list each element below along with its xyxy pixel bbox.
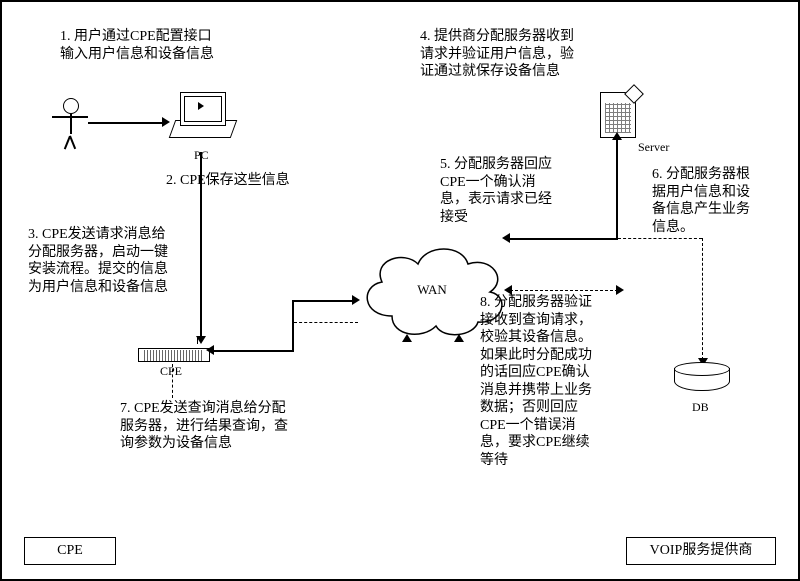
- step-3-text: 3. CPE发送请求消息给 分配服务器，启动一键 安装流程。提交的信息 为用户信…: [28, 226, 228, 296]
- cloud-bottom-arrow-2: [454, 334, 464, 342]
- line-wan-cpe-back: [294, 322, 358, 323]
- step-5-text: 5. 分配服务器回应 CPE一个确认消 息，表示请求已经 接受: [440, 156, 610, 226]
- db-icon: [674, 362, 728, 396]
- line-server-to-db: [702, 238, 703, 360]
- user-icon: [62, 98, 80, 148]
- step-2-text: 2. CPE保存这些信息: [166, 172, 290, 190]
- step-8-text: 8. 分配服务器验证 接收到查询请求， 校验其设备信息。 如果此时分配成功 的话…: [480, 294, 650, 469]
- arrowhead-to-wan-top: [502, 233, 510, 243]
- step-6-text: 6. 分配服务器根 据用户信息和设 备信息产生业务 信息。: [652, 166, 782, 236]
- diagram-canvas: 1. 用户通过CPE配置接口 输入用户信息和设备信息 PC 2. CPE保存这些…: [0, 0, 800, 581]
- arrow-user-to-pc: [88, 122, 164, 124]
- db-label: DB: [692, 400, 709, 415]
- line-server-down: [616, 138, 618, 238]
- pc-icon: [172, 92, 232, 144]
- server-label: Server: [638, 140, 669, 155]
- connector-cpe-step7: [172, 364, 173, 398]
- cpe-region-box: CPE: [24, 537, 116, 565]
- line-server-to-db-h: [618, 238, 702, 239]
- cpe-device-icon: [138, 342, 208, 362]
- step-1-text: 1. 用户通过CPE配置接口 输入用户信息和设备信息: [60, 28, 280, 63]
- arrowhead-user-to-pc: [162, 117, 170, 127]
- line-cpe-wan-3: [292, 300, 354, 302]
- arrow-pc-to-cpe: [200, 152, 202, 338]
- voip-provider-box: VOIP服务提供商: [626, 537, 776, 565]
- line-cpe-wan-2: [292, 300, 294, 352]
- arrowhead-to-server: [612, 132, 622, 140]
- arrowhead-wan-to-cpe: [206, 345, 214, 355]
- arrowhead-cpe-to-wan: [352, 295, 360, 305]
- step-4-text: 4. 提供商分配服务器收到 请求并验证用户信息，验 证通过就保存设备信息: [420, 28, 650, 81]
- line-wan-right-dash: [510, 290, 618, 291]
- line-cpe-wan-1: [212, 350, 292, 352]
- step-7-text: 7. CPE发送查询消息给分配 服务器，进行结果查询，查 询参数为设备信息: [120, 400, 350, 453]
- arrowhead-pc-to-cpe: [196, 336, 206, 344]
- cpe-device-label: CPE: [160, 364, 182, 379]
- line-server-to-wan: [508, 238, 618, 240]
- wan-label: WAN: [417, 282, 447, 298]
- cloud-bottom-arrow-1: [402, 334, 412, 342]
